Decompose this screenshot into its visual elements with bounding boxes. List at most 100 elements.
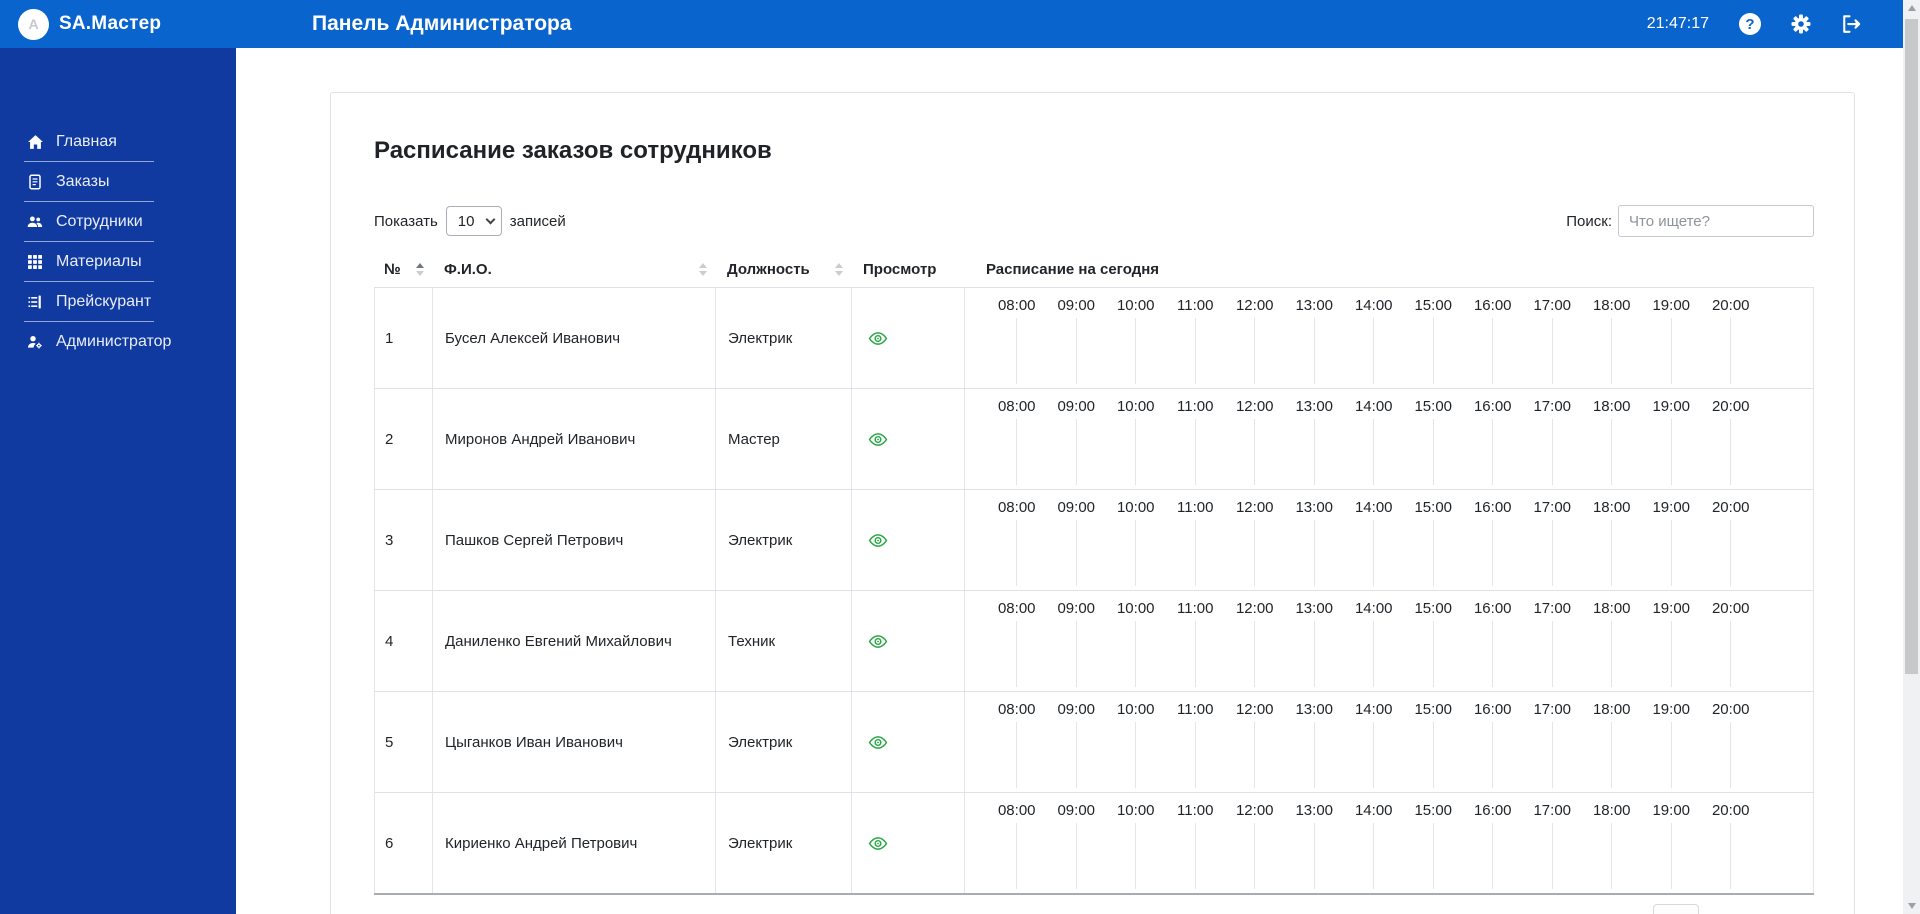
sidebar-item-label: Администратор [56,333,172,350]
scrollbar-thumb[interactable] [1905,19,1918,674]
timeline-hour-label: 20:00 [1711,701,1750,718]
timeline-hour-slot: 09:00 [1047,701,1107,788]
timeline-hour-tick [1194,419,1196,485]
timeline-hour-label: 08:00 [997,499,1036,516]
sidebar-item-admin[interactable]: Администратор [0,322,236,362]
timeline-hour-label: 17:00 [1533,701,1572,718]
eye-icon[interactable] [864,832,892,855]
timeline-hour-slot: 18:00 [1582,802,1642,889]
eye-icon[interactable] [864,731,892,754]
timeline-hour-label: 18:00 [1592,701,1631,718]
timeline-hour-label: 20:00 [1711,600,1750,617]
timeline-hour-label: 15:00 [1414,600,1453,617]
timeline-hour-slot: 08:00 [987,701,1047,788]
timeline-hour-label: 20:00 [1711,499,1750,516]
help-icon[interactable]: ? [1739,13,1761,35]
timeline-hour-slot: 08:00 [987,297,1047,384]
sidebar-item-orders[interactable]: Заказы [0,162,236,202]
timeline-hour-tick [1313,318,1315,384]
timeline-hour-tick [1313,621,1315,687]
timeline-hour-label: 09:00 [1057,297,1096,314]
timeline-hour-label: 16:00 [1473,802,1512,819]
timeline-hour-label: 19:00 [1652,600,1691,617]
timeline-hour-slot: 08:00 [987,802,1047,889]
timeline-hour-label: 14:00 [1354,600,1393,617]
timeline-hour-label: 10:00 [1116,398,1155,415]
column-header-name[interactable]: Ф.И.О. [432,261,715,278]
timeline-hour-tick [1135,520,1137,586]
sidebar-item-label: Главная [56,133,117,150]
timeline-hour-tick [1730,419,1732,485]
scrollbar-up-arrow[interactable] [1903,0,1920,16]
brand-logo[interactable]: A SA.Мастер [18,8,312,40]
timeline-hour-slot: 11:00 [1166,297,1226,384]
sort-icon [699,262,707,276]
timeline-hour-label: 13:00 [1295,701,1334,718]
page-length-select[interactable]: 10 [445,206,502,236]
timeline-hour-slot: 19:00 [1642,297,1702,384]
timeline-hour-slot: 18:00 [1582,701,1642,788]
price-list-icon [26,294,44,310]
scrollbar[interactable] [1903,0,1920,914]
sidebar-menu: Главная Заказы Сотрудники Материалы Прей… [0,122,236,362]
timeline-hour-slot: 15:00 [1404,802,1464,889]
timeline-hour-label: 17:00 [1533,600,1572,617]
sidebar-item-pricelist[interactable]: Прейскурант [0,282,236,322]
timeline-hour-label: 13:00 [1295,802,1334,819]
timeline-hour-tick [1373,823,1375,889]
timeline-hour-label: 11:00 [1177,802,1214,819]
schedule-card: Расписание заказов сотрудников Показать … [330,92,1855,914]
timeline-hour-slot: 09:00 [1047,499,1107,586]
logout-icon[interactable] [1841,14,1861,34]
employee-name: Цыганков Иван Иванович [445,733,623,751]
timeline-hour-tick [1254,419,1256,485]
sort-icon [416,262,424,276]
gear-icon[interactable] [1791,14,1811,34]
sidebar-item-employees[interactable]: Сотрудники [0,202,236,242]
timeline-hour-slot: 20:00 [1701,499,1761,586]
home-icon [26,134,44,151]
table-row: 5 Цыганков Иван Иванович Электрик 08:00 0… [374,691,1814,792]
row-number: 4 [385,632,394,650]
column-header-position[interactable]: Должность [715,261,851,278]
timeline-hour-tick [1492,318,1494,384]
timeline-hour-slot: 14:00 [1344,802,1404,889]
sidebar-item-home[interactable]: Главная [0,122,236,162]
scrollbar-down-arrow[interactable] [1903,898,1920,914]
timeline-hour-slot: 12:00 [1225,600,1285,687]
eye-icon[interactable] [864,428,892,451]
timeline-hour-tick [1254,621,1256,687]
timeline-hour-tick [1194,318,1196,384]
pagination-button-partial[interactable] [1653,904,1699,914]
timeline-hour-slot: 19:00 [1642,802,1702,889]
employee-position: Электрик [728,834,793,852]
timeline-hour-slot: 20:00 [1701,802,1761,889]
table-header-row: № Ф.И.О. Должность Просмотр Расписание н… [374,251,1814,287]
column-header-num[interactable]: № [374,261,432,278]
eye-icon[interactable] [864,327,892,350]
timeline-hour-tick [1730,823,1732,889]
table-row: 4 Даниленко Евгений Михайлович Техник 08… [374,590,1814,691]
timeline-hour-tick [1254,520,1256,586]
row-number: 5 [385,733,394,751]
sidebar-item-materials[interactable]: Материалы [0,242,236,282]
column-header-schedule: Расписание на сегодня [986,260,1160,278]
timeline-hour-tick [1373,621,1375,687]
timeline-hour-tick [1254,318,1256,384]
timeline-hour-label: 15:00 [1414,398,1453,415]
timeline-hour-tick [1313,823,1315,889]
eye-icon[interactable] [864,529,892,552]
timeline-hour-slot: 20:00 [1701,600,1761,687]
employee-position: Мастер [728,430,780,448]
timeline-hour-tick [1551,419,1553,485]
search-input[interactable] [1618,205,1814,237]
timeline-hour-slot: 20:00 [1701,398,1761,485]
timeline-hour-label: 15:00 [1414,802,1453,819]
eye-icon[interactable] [864,630,892,653]
timeline-hour-label: 08:00 [997,701,1036,718]
timeline-hour-tick [1432,823,1434,889]
sidebar-item-label: Материалы [56,253,142,270]
page-header-title: Панель Администратора [312,12,572,35]
timeline-hour-label: 18:00 [1592,398,1631,415]
timeline: 08:00 09:00 10:00 11:00 12:00 13:00 14:00 15:00… [979,490,1761,586]
